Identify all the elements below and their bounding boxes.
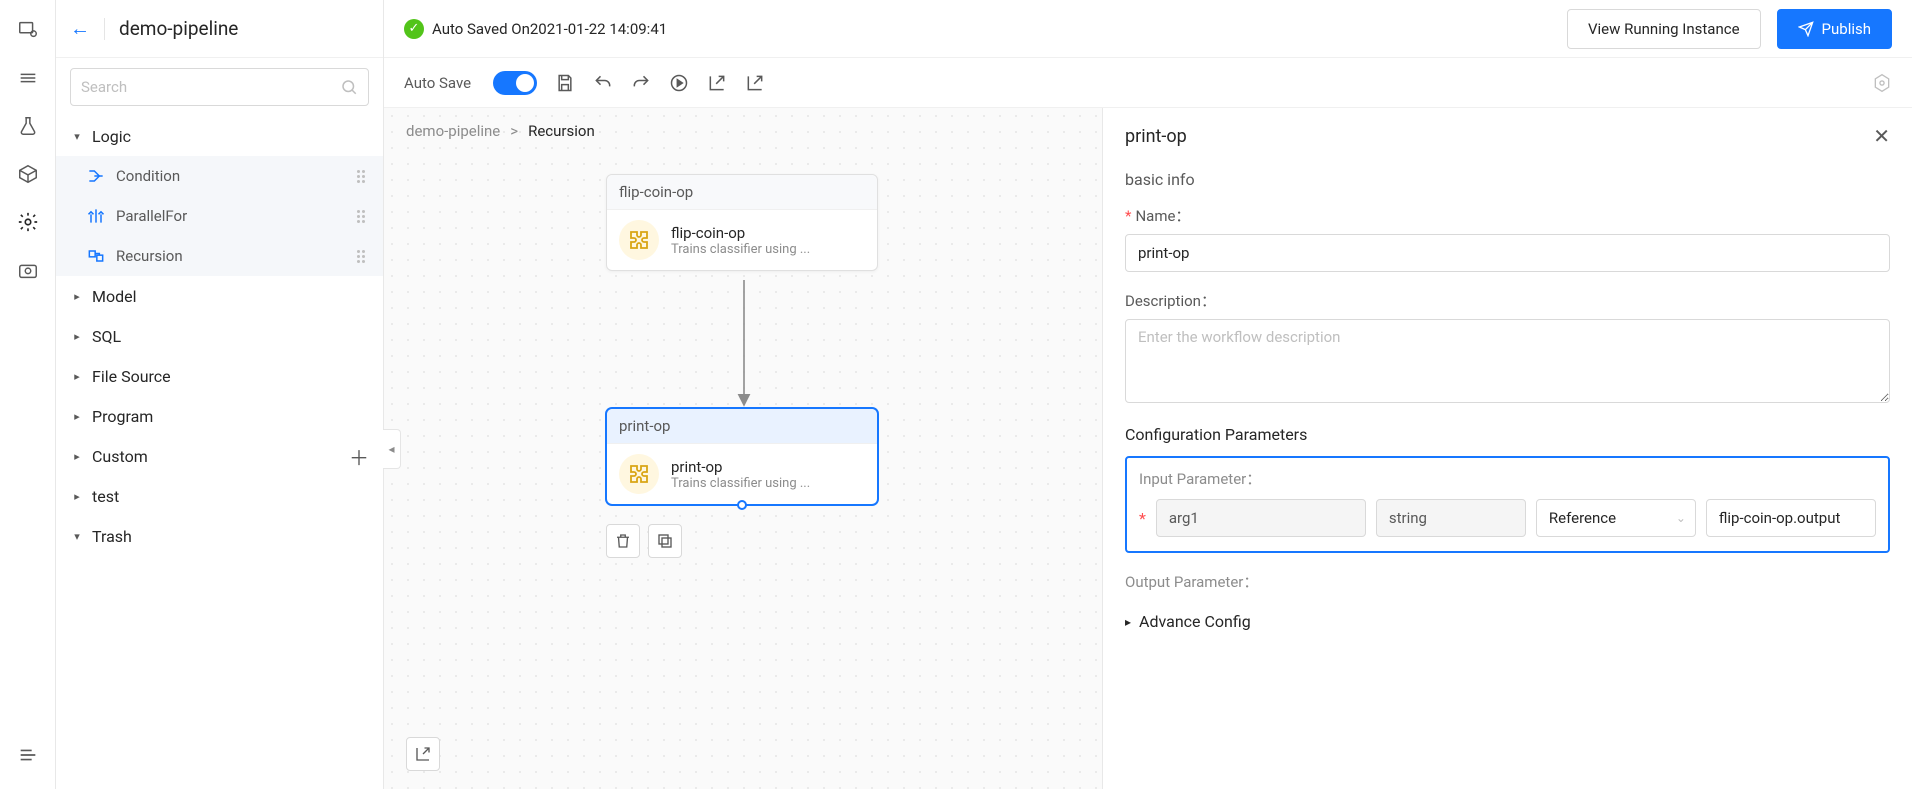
component-tree: ▾Logic Condition ParallelFor Recursion — [56, 116, 383, 789]
advance-config-toggle[interactable]: ▸Advance Config — [1125, 612, 1890, 631]
node-header: flip-coin-op — [607, 175, 877, 210]
param-type-input[interactable] — [1376, 499, 1526, 537]
node-actions — [606, 524, 682, 558]
autosave-label: Auto Save — [404, 74, 471, 92]
tree-group-logic[interactable]: ▾Logic — [56, 116, 383, 156]
node-flip-coin-op[interactable]: flip-coin-op flip-coin-op Trains classif… — [606, 174, 878, 271]
parallel-icon — [86, 206, 106, 226]
name-input[interactable] — [1125, 234, 1890, 272]
properties-panel: print-op ✕ basic info *Name： Description… — [1102, 108, 1912, 789]
tree-group-custom[interactable]: ▸Custom＋ — [56, 436, 383, 476]
tree-item-parallelfor[interactable]: ParallelFor — [56, 196, 383, 236]
canvas[interactable]: ◂ demo-pipeline > Recursion flip-coin-op… — [384, 108, 1102, 789]
node-header: print-op — [607, 409, 877, 444]
tree-group-test[interactable]: ▸test — [56, 476, 383, 516]
rail-menu-icon[interactable] — [16, 743, 40, 767]
back-arrow-icon[interactable]: ← — [70, 16, 90, 41]
recursion-icon — [86, 246, 106, 266]
rail-camera-icon[interactable] — [16, 258, 40, 282]
undo-icon[interactable] — [593, 73, 613, 93]
fullscreen-button[interactable] — [406, 737, 440, 771]
sidebar: ← demo-pipeline ▾Logic Condition Paralle — [56, 0, 384, 789]
panel-title: print-op — [1125, 126, 1187, 147]
rail-flask-icon[interactable] — [16, 114, 40, 138]
topbar: ✓ Auto Saved On2021-01-22 14:09:41 View … — [384, 0, 1912, 58]
puzzle-icon — [619, 220, 659, 260]
rail-gear-icon[interactable] — [16, 210, 40, 234]
delete-node-button[interactable] — [606, 524, 640, 558]
breadcrumb-current: Recursion — [528, 122, 595, 140]
puzzle-icon — [619, 454, 659, 494]
node-print-op[interactable]: print-op print-op Trains classifier usin… — [606, 408, 878, 505]
add-custom-icon[interactable]: ＋ — [349, 442, 369, 471]
autosave-status: ✓ Auto Saved On2021-01-22 14:09:41 — [404, 19, 667, 39]
export-icon[interactable] — [707, 73, 727, 93]
name-label: Name： — [1135, 205, 1190, 226]
tree-item-condition[interactable]: Condition — [56, 156, 383, 196]
tree-group-model[interactable]: ▸Model — [56, 276, 383, 316]
search-icon — [340, 78, 358, 96]
input-param-label: Input Parameter： — [1139, 468, 1876, 489]
edge — [736, 280, 752, 410]
drag-handle-icon[interactable] — [357, 250, 369, 263]
tree-group-sql[interactable]: ▸SQL — [56, 316, 383, 356]
branch-icon — [86, 166, 106, 186]
node-port[interactable] — [737, 500, 747, 510]
tree-group-filesource[interactable]: ▸File Source — [56, 356, 383, 396]
import-icon[interactable] — [745, 73, 765, 93]
close-icon[interactable]: ✕ — [1873, 124, 1890, 148]
required-mark: * — [1139, 509, 1146, 528]
search-input[interactable] — [81, 78, 340, 96]
description-input[interactable] — [1125, 319, 1890, 403]
settings-hex-icon[interactable] — [1872, 73, 1892, 93]
rail-box-icon[interactable] — [16, 162, 40, 186]
send-icon — [1798, 21, 1814, 37]
run-icon[interactable] — [669, 73, 689, 93]
param-name-input[interactable] — [1156, 499, 1366, 537]
node-title: flip-coin-op — [671, 224, 810, 242]
autosave-toggle[interactable] — [493, 71, 537, 95]
output-param-label: Output Parameter： — [1125, 571, 1890, 592]
param-ref-select[interactable]: ⌄ — [1536, 499, 1696, 537]
node-subtitle: Trains classifier using ... — [671, 476, 810, 491]
rail-layers-icon[interactable] — [16, 66, 40, 90]
basic-info-label: basic info — [1125, 170, 1890, 189]
redo-icon[interactable] — [631, 73, 651, 93]
node-subtitle: Trains classifier using ... — [671, 242, 810, 257]
nav-rail — [0, 0, 56, 789]
tree-group-trash[interactable]: ▾Trash — [56, 516, 383, 556]
param-ref-value-input[interactable] — [1706, 499, 1876, 537]
node-title: print-op — [671, 458, 810, 476]
check-circle-icon: ✓ — [404, 19, 424, 39]
collapse-sidebar-handle[interactable]: ◂ — [383, 429, 401, 469]
publish-button[interactable]: Publish — [1777, 9, 1892, 49]
duplicate-node-button[interactable] — [648, 524, 682, 558]
tree-group-program[interactable]: ▸Program — [56, 396, 383, 436]
breadcrumb-root[interactable]: demo-pipeline — [406, 122, 500, 140]
drag-handle-icon[interactable] — [357, 210, 369, 223]
required-mark: * — [1125, 207, 1131, 225]
config-params-label: Configuration Parameters — [1125, 425, 1890, 444]
toolbar: Auto Save — [384, 58, 1912, 108]
save-icon[interactable] — [555, 73, 575, 93]
view-running-button[interactable]: View Running Instance — [1567, 9, 1761, 49]
drag-handle-icon[interactable] — [357, 170, 369, 183]
breadcrumb: demo-pipeline > Recursion — [406, 122, 595, 140]
input-parameter-box: Input Parameter： * ⌄ — [1125, 456, 1890, 553]
rail-monitor-icon[interactable] — [16, 18, 40, 42]
description-label: Description： — [1125, 290, 1216, 311]
pipeline-title: demo-pipeline — [119, 17, 238, 40]
tree-item-recursion[interactable]: Recursion — [56, 236, 383, 276]
main: ✓ Auto Saved On2021-01-22 14:09:41 View … — [384, 0, 1912, 789]
divider — [104, 18, 105, 40]
search-input-wrap[interactable] — [70, 68, 369, 106]
